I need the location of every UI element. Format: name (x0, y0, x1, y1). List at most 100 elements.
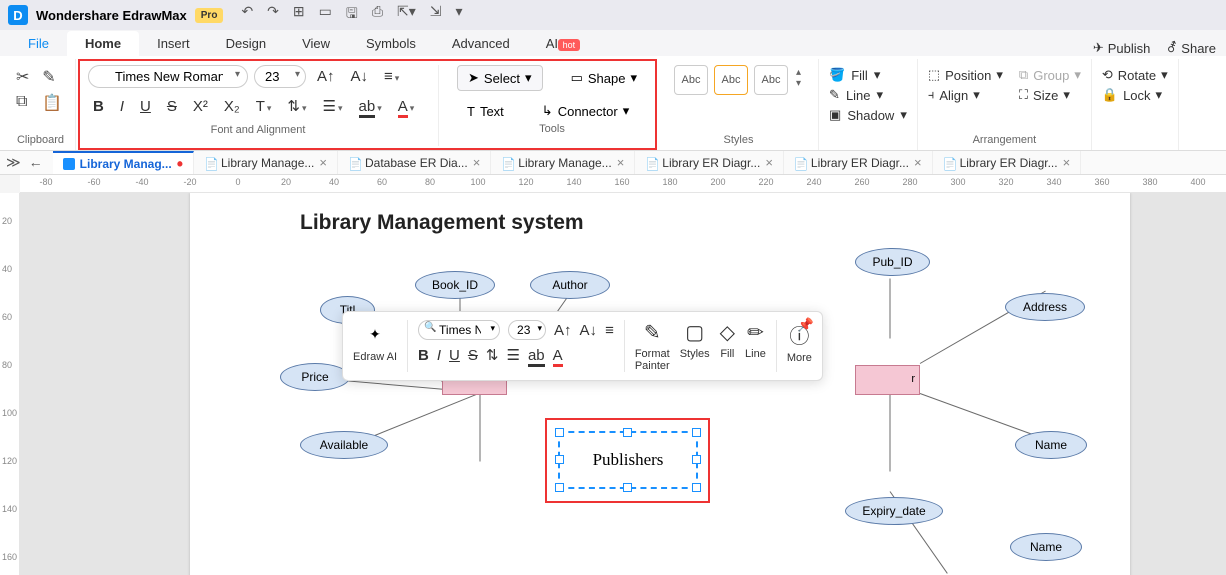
strike-icon[interactable]: S (468, 347, 478, 364)
undo-icon[interactable]: ↶ (241, 3, 253, 27)
doc-tab-5[interactable]: 📄Library ER Diagr...× (784, 151, 933, 174)
styles-more-icon[interactable]: ▴▾ (794, 65, 803, 95)
font-family-input[interactable] (88, 65, 248, 88)
canvas[interactable]: Library Management system Book_ID Author… (20, 193, 1226, 575)
doc-tab-3[interactable]: 📄Library Manage...× (491, 151, 635, 174)
increase-font-icon[interactable]: A↑ (554, 322, 572, 339)
text-button[interactable]: TText (457, 100, 514, 123)
case-icon[interactable]: T (251, 95, 277, 118)
shape-button[interactable]: ▭Shape ▾ (561, 66, 647, 90)
redo-icon[interactable]: ↷ (267, 3, 279, 27)
bullets-icon[interactable]: ☰ (506, 346, 519, 364)
align-icon[interactable]: ≡ (605, 322, 614, 339)
connector-button[interactable]: ↳Connector ▾ (532, 99, 639, 123)
font-color-icon[interactable]: A (553, 347, 563, 364)
format-painter-icon[interactable]: ✎ (644, 320, 661, 345)
group-button[interactable]: ⧉ Group▾ (1019, 67, 1081, 83)
highlight-icon[interactable]: ab (354, 95, 387, 118)
lock-button[interactable]: 🔒 Lock▾ (1102, 87, 1168, 103)
bold-icon[interactable]: B (418, 347, 429, 364)
tabs-back-icon[interactable]: ← (29, 154, 43, 171)
format-painter-icon[interactable]: ✎ (42, 67, 65, 87)
ai-icon[interactable]: ✦ (361, 320, 389, 348)
new-icon[interactable]: ⊞ (293, 3, 305, 27)
paste-icon[interactable]: 📋 (42, 93, 65, 113)
open-icon[interactable]: ▭ (319, 3, 332, 27)
bullets-icon[interactable]: ☰ (318, 94, 348, 118)
more-qat-icon[interactable]: ▾ (456, 3, 463, 27)
close-icon[interactable]: × (473, 155, 481, 170)
cut-icon[interactable]: ✂ (16, 67, 32, 87)
shape-name2[interactable]: Name (1010, 533, 1082, 561)
close-icon[interactable]: × (765, 155, 773, 170)
close-icon[interactable]: × (319, 155, 327, 170)
italic-icon[interactable]: I (437, 347, 441, 364)
italic-icon[interactable]: I (115, 95, 129, 118)
doc-tab-4[interactable]: 📄Library ER Diagr...× (635, 151, 784, 174)
copy-icon[interactable]: ⧉ (16, 93, 32, 113)
style-preset-1[interactable]: Abc (674, 65, 708, 95)
page[interactable]: Library Management system Book_ID Author… (190, 193, 1130, 575)
doc-tab-6[interactable]: 📄Library ER Diagr...× (933, 151, 1082, 174)
shape-pub-id[interactable]: Pub_ID (855, 248, 930, 276)
position-button[interactable]: ⬚ Position▾ (928, 67, 1003, 83)
shape-author[interactable]: Author (530, 271, 610, 299)
close-icon[interactable]: × (1063, 155, 1071, 170)
menu-home[interactable]: Home (67, 31, 139, 56)
doc-tab-0[interactable]: Library Manag...• (53, 151, 194, 174)
highlight-icon[interactable]: ab (528, 347, 545, 364)
spacing-icon[interactable]: ⇅ (282, 94, 311, 118)
menu-symbols[interactable]: Symbols (348, 31, 434, 56)
menu-view[interactable]: View (284, 31, 348, 56)
import-icon[interactable]: ⇲ (430, 3, 442, 27)
export-icon[interactable]: ⇱▾ (397, 3, 416, 27)
size-button[interactable]: ⛶ Size▾ (1019, 87, 1081, 103)
decrease-font-icon[interactable]: A↓ (580, 322, 598, 339)
save-icon[interactable]: 🖫 (346, 3, 358, 27)
menu-advanced[interactable]: Advanced (434, 31, 528, 56)
doc-tab-2[interactable]: 📄Database ER Dia...× (338, 151, 491, 174)
close-icon[interactable]: × (914, 155, 922, 170)
shape-name1[interactable]: Name (1015, 431, 1087, 459)
styles-icon[interactable]: ▢ (685, 320, 704, 345)
superscript-icon[interactable]: X² (188, 95, 213, 118)
bold-icon[interactable]: B (88, 95, 109, 118)
entity-box-right[interactable]: r (855, 365, 920, 395)
spacing-icon[interactable]: ⇅ (486, 346, 499, 364)
increase-font-icon[interactable]: A↑ (312, 65, 340, 88)
selected-text-shape[interactable]: Publishers (558, 431, 698, 489)
select-button[interactable]: ➤Select ▾ (457, 65, 543, 91)
shape-available[interactable]: Available (300, 431, 388, 459)
align-button[interactable]: ⫞ Align▾ (928, 87, 1003, 103)
shape-address[interactable]: Address (1005, 293, 1085, 321)
line-button[interactable]: ✎Line ▾ (829, 85, 907, 105)
print-icon[interactable]: ⎙ (372, 3, 383, 27)
style-preset-3[interactable]: Abc (754, 65, 788, 95)
close-icon[interactable]: × (617, 155, 625, 170)
decrease-font-icon[interactable]: A↓ (346, 65, 374, 88)
shape-price[interactable]: Price (280, 363, 350, 391)
shape-expiry[interactable]: Expiry_date (845, 497, 943, 525)
align-menu-icon[interactable]: ≡ (379, 65, 404, 88)
rotate-button[interactable]: ⟲ Rotate▾ (1102, 67, 1168, 83)
pin-icon[interactable]: 📌 (798, 317, 814, 333)
tabs-scroll-left-icon[interactable]: ≫ (6, 154, 21, 171)
publish-button[interactable]: ✈ Publish (1093, 40, 1151, 56)
font-color-icon[interactable]: A (393, 95, 420, 118)
menu-file[interactable]: File (10, 31, 67, 56)
menu-ai[interactable]: AI hot (528, 31, 598, 56)
subscript-icon[interactable]: X₂ (219, 95, 245, 118)
menu-insert[interactable]: Insert (139, 31, 208, 56)
shadow-button[interactable]: ▣Shadow ▾ (829, 105, 907, 125)
share-button[interactable]: ⚦ Share (1166, 40, 1216, 56)
menu-design[interactable]: Design (208, 31, 284, 56)
shape-book-id[interactable]: Book_ID (415, 271, 495, 299)
style-preset-2[interactable]: Abc (714, 65, 748, 95)
line-icon[interactable]: ✏ (747, 320, 764, 345)
strike-icon[interactable]: S (162, 95, 182, 118)
fill-icon[interactable]: ◇ (720, 320, 735, 345)
underline-icon[interactable]: U (449, 347, 460, 364)
underline-icon[interactable]: U (135, 95, 156, 118)
fill-button[interactable]: 🪣Fill ▾ (829, 65, 907, 85)
doc-tab-1[interactable]: 📄Library Manage...× (194, 151, 338, 174)
